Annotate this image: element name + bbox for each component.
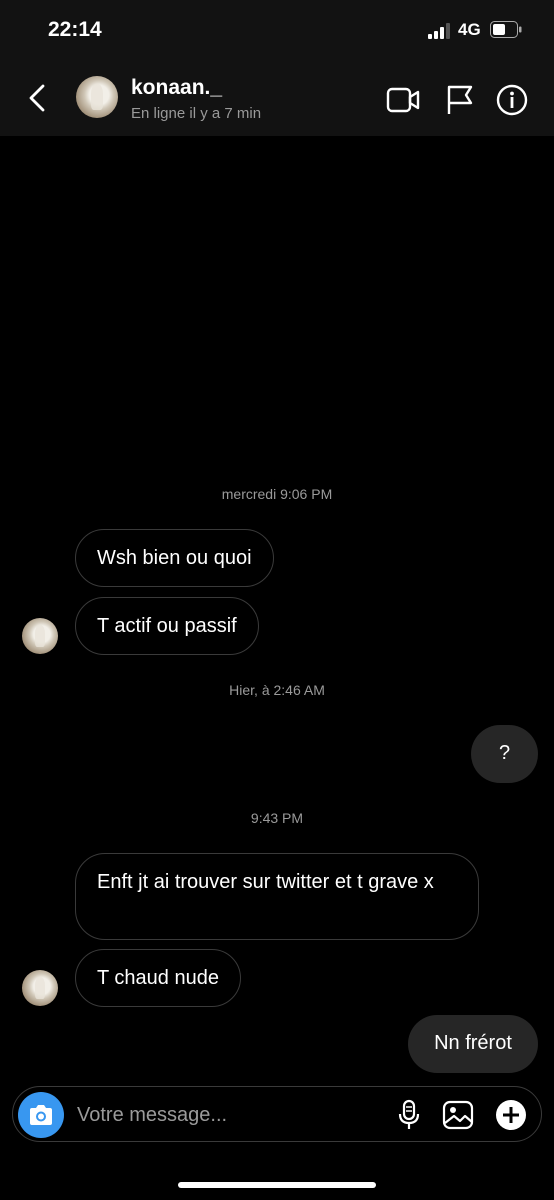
status-bar: 22:14 4G <box>0 0 554 60</box>
message-composer <box>12 1086 542 1142</box>
avatar[interactable] <box>22 618 58 654</box>
camera-button[interactable] <box>18 1092 64 1138</box>
outgoing-message[interactable]: ? <box>471 725 538 783</box>
avatar[interactable] <box>76 76 118 118</box>
status-time: 22:14 <box>48 18 102 41</box>
battery-icon <box>490 21 522 38</box>
chat-header: konaan._ En ligne il y a 7 min <box>0 60 554 136</box>
camera-icon <box>30 1105 52 1125</box>
incoming-message[interactable]: Enft jt ai trouver sur twitter et t grav… <box>75 853 479 940</box>
message-input[interactable] <box>75 1099 379 1131</box>
signal-icon <box>428 23 450 39</box>
gallery-icon[interactable] <box>442 1099 474 1131</box>
microphone-icon[interactable] <box>393 1099 425 1131</box>
outgoing-message[interactable]: Nn frérot <box>408 1015 538 1073</box>
home-indicator[interactable] <box>178 1182 376 1188</box>
network-label: 4G <box>458 20 481 39</box>
video-call-icon[interactable] <box>386 84 420 116</box>
add-icon[interactable] <box>495 1099 527 1131</box>
message-timestamp: 9:43 PM <box>250 810 304 826</box>
incoming-message[interactable]: T chaud nude <box>75 949 241 1007</box>
message-timestamp: Hier, à 2:46 AM <box>229 682 325 698</box>
contact-status: En ligne il y a 7 min <box>131 105 262 122</box>
incoming-message[interactable]: Wsh bien ou quoi <box>75 529 274 587</box>
message-timestamp: mercredi 9:06 PM <box>221 486 333 502</box>
incoming-message[interactable]: T actif ou passif <box>75 597 259 655</box>
flag-icon[interactable] <box>443 84 477 116</box>
info-icon[interactable] <box>495 84 529 116</box>
avatar[interactable] <box>22 970 58 1006</box>
contact-username[interactable]: konaan._ <box>131 76 222 100</box>
back-icon[interactable] <box>26 82 48 114</box>
